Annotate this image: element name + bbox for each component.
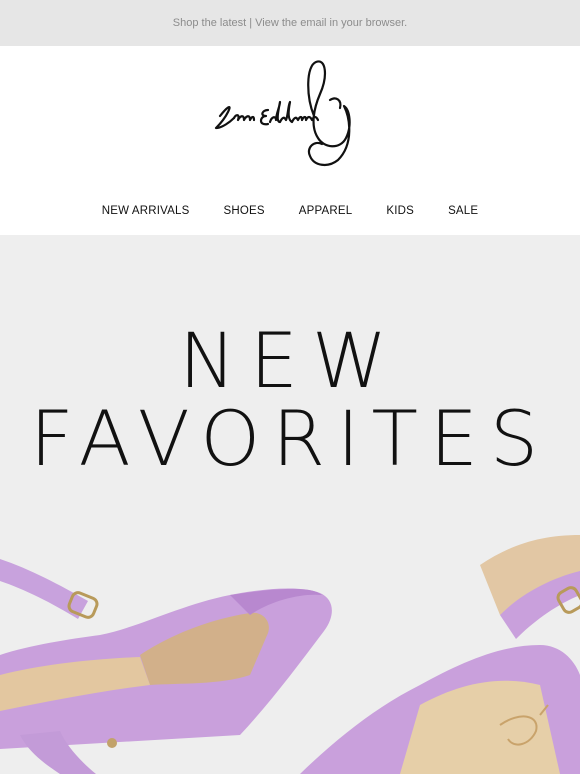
nav-apparel[interactable]: APPAREL: [299, 205, 353, 217]
sam-edelman-logo[interactable]: [210, 56, 370, 176]
hero-banner[interactable]: NEW FAVORITES: [0, 235, 580, 774]
nav-new-arrivals[interactable]: NEW ARRIVALS: [102, 205, 190, 217]
brand-header: [0, 46, 580, 186]
preheader-bar: Shop the latest | View the email in your…: [0, 0, 580, 46]
nav-kids[interactable]: KIDS: [386, 205, 414, 217]
preheader-link[interactable]: Shop the latest | View the email in your…: [173, 17, 407, 29]
right-shoe: [300, 535, 580, 774]
left-shoe: [0, 559, 332, 774]
lilac-slingback-heels-image[interactable]: [0, 535, 580, 774]
hero-headline-line2: FAVORITES: [29, 394, 551, 483]
hero-headline-line1: NEW: [178, 316, 402, 405]
main-nav: NEW ARRIVALS SHOES APPAREL KIDS SALE: [0, 186, 580, 235]
nav-shoes[interactable]: SHOES: [224, 205, 265, 217]
nav-sale[interactable]: SALE: [448, 205, 478, 217]
